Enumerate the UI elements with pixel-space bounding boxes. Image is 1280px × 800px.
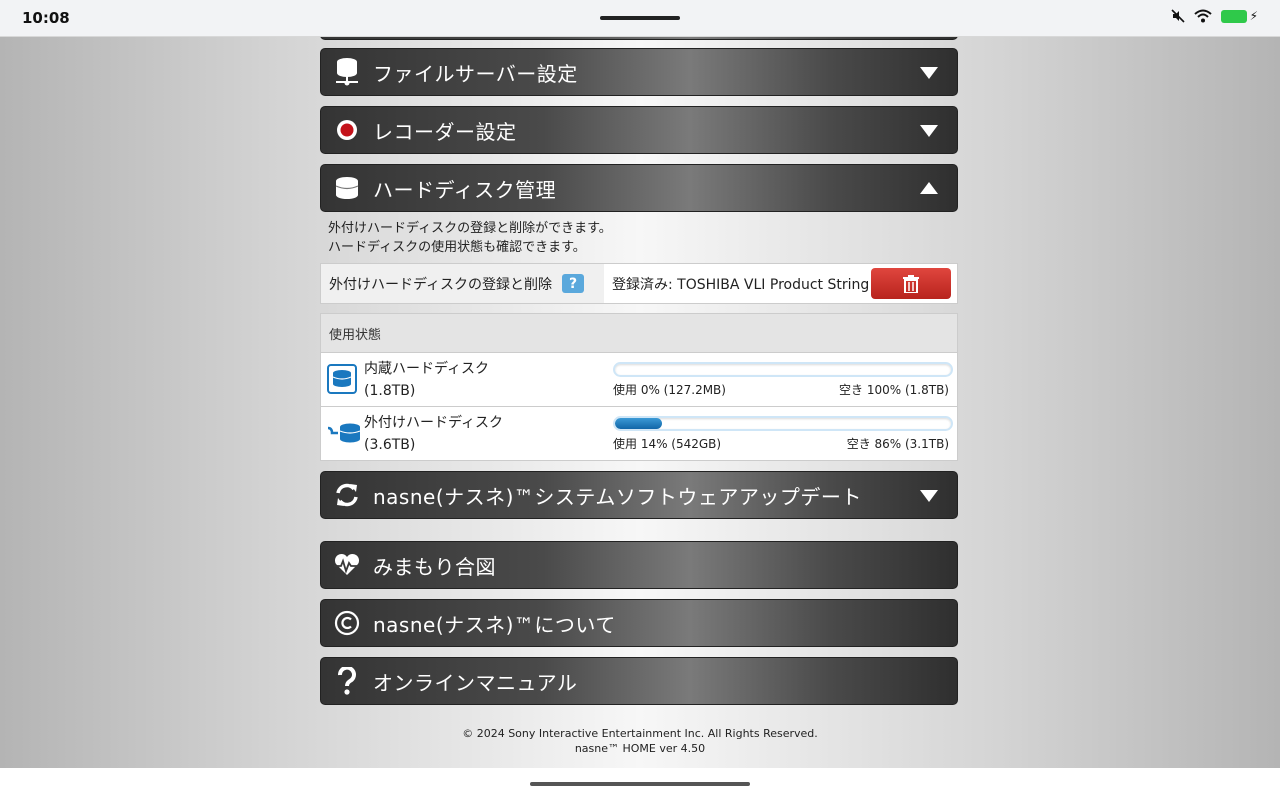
disk-icon bbox=[335, 177, 359, 199]
section-title: nasne(ナスネ)™システムソフトウェアアップデート bbox=[373, 484, 862, 509]
settings-page: ファイルサーバー設定 レコーダー設定 ハードディスク管理 外付けハードディスクの… bbox=[0, 37, 1280, 768]
home-indicator[interactable] bbox=[530, 782, 750, 786]
disk-capacity: (1.8TB) bbox=[364, 383, 416, 399]
usage-header: 使用状態 bbox=[320, 313, 958, 353]
disk-capacity: (3.6TB) bbox=[364, 437, 416, 453]
status-time: 10:08 bbox=[22, 9, 70, 27]
disk-info: 外付けハードディスク (3.6TB) bbox=[364, 412, 503, 456]
registered-disk: 登録済み: TOSHIBA VLI Product String bbox=[612, 276, 870, 293]
section-title: ファイルサーバー設定 bbox=[373, 61, 578, 86]
chevron-up-icon bbox=[920, 182, 938, 194]
previous-section-bar[interactable] bbox=[320, 37, 958, 40]
charging-icon: ⚡ bbox=[1249, 9, 1258, 23]
battery-icon bbox=[1220, 9, 1247, 23]
chevron-down-icon bbox=[920, 490, 938, 502]
progress-fill bbox=[615, 418, 663, 429]
wifi-icon bbox=[1193, 9, 1212, 23]
description-line: ハードディスクの使用状態も確認できます。 bbox=[328, 240, 586, 255]
status-icons: ⚡ bbox=[1170, 9, 1258, 23]
used-text: 使用 0% (127.2MB) bbox=[613, 383, 726, 397]
free-text: 空き 100% (1.8TB) bbox=[839, 383, 949, 397]
usage-progress-bar bbox=[613, 416, 953, 431]
disk-name: 外付けハードディスク bbox=[364, 415, 504, 431]
question-icon bbox=[338, 667, 356, 695]
trash-icon bbox=[903, 274, 919, 293]
disk-row-external: 外付けハードディスク (3.6TB) 使用 14% (542GB) 空き 86%… bbox=[320, 407, 958, 461]
description-line: 外付けハードディスクの登録と削除ができます。 bbox=[328, 221, 612, 236]
section-mimamori[interactable]: みまもり合図 bbox=[320, 541, 958, 589]
heartbeat-icon bbox=[334, 553, 360, 575]
section-about[interactable]: nasne(ナスネ)™について bbox=[320, 599, 958, 647]
home-indicator-area bbox=[0, 768, 1280, 800]
internal-disk-icon bbox=[327, 364, 357, 394]
delete-disk-button[interactable] bbox=[871, 268, 951, 299]
section-recorder[interactable]: レコーダー設定 bbox=[320, 106, 958, 154]
help-icon[interactable]: ? bbox=[562, 274, 585, 293]
footer: © 2024 Sony Interactive Entertainment In… bbox=[320, 726, 960, 756]
register-label-cell: 外付けハードディスクの登録と削除 ? bbox=[321, 264, 604, 303]
hdd-description: 外付けハードディスクの登録と削除ができます。 ハードディスクの使用状態も確認でき… bbox=[328, 219, 612, 257]
status-bar: 10:08 ⚡ bbox=[0, 0, 1280, 37]
copyright-text: © 2024 Sony Interactive Entertainment In… bbox=[462, 727, 818, 740]
register-label: 外付けハードディスクの登録と削除 bbox=[329, 276, 553, 293]
refresh-icon bbox=[336, 483, 358, 507]
section-hdd[interactable]: ハードディスク管理 bbox=[320, 164, 958, 212]
used-text: 使用 14% (542GB) bbox=[613, 437, 722, 451]
section-title: みまもり合図 bbox=[373, 554, 496, 579]
disk-info: 内蔵ハードディスク (1.8TB) bbox=[364, 358, 489, 402]
record-icon bbox=[337, 120, 357, 140]
section-file-server[interactable]: ファイルサーバー設定 bbox=[320, 48, 958, 96]
free-text: 空き 86% (3.1TB) bbox=[846, 437, 949, 451]
section-update[interactable]: nasne(ナスネ)™システムソフトウェアアップデート bbox=[320, 471, 958, 519]
section-title: nasne(ナスネ)™について bbox=[373, 612, 616, 637]
section-title: オンラインマニュアル bbox=[373, 670, 578, 695]
camera-notch bbox=[600, 16, 680, 20]
chevron-down-icon bbox=[920, 125, 938, 137]
disk-name: 内蔵ハードディスク bbox=[364, 361, 490, 377]
usage-progress-bar bbox=[613, 362, 953, 377]
mute-icon bbox=[1170, 9, 1185, 23]
register-row: 外付けハードディスクの登録と削除 ? 登録済み: TOSHIBA VLI Pro… bbox=[320, 263, 958, 304]
server-icon bbox=[336, 58, 358, 86]
section-title: ハードディスク管理 bbox=[373, 177, 557, 202]
disk-row-internal: 内蔵ハードディスク (1.8TB) 使用 0% (127.2MB) 空き 100… bbox=[320, 353, 958, 407]
chevron-down-icon bbox=[920, 67, 938, 79]
section-title: レコーダー設定 bbox=[373, 119, 517, 144]
external-disk-icon bbox=[327, 423, 361, 443]
section-manual[interactable]: オンラインマニュアル bbox=[320, 657, 958, 705]
copyright-icon bbox=[334, 610, 360, 636]
version-text: nasne™ HOME ver 4.50 bbox=[574, 742, 706, 755]
